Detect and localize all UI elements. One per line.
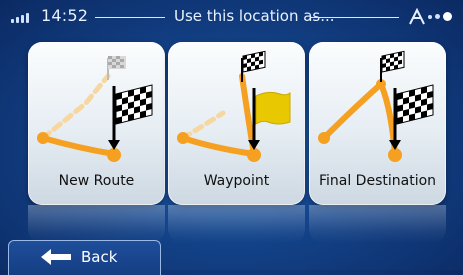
waypoint-icon (177, 50, 291, 162)
final-destination-icon (318, 50, 434, 162)
status-divider-right (311, 17, 399, 18)
final-destination-label: Final Destination (318, 173, 437, 189)
status-indicator-dots (428, 12, 452, 21)
signal-icon (11, 13, 29, 23)
new-route-icon (37, 56, 153, 162)
page-title: Use this location as... (174, 7, 335, 25)
gps-icon (409, 8, 425, 25)
new-route-button[interactable]: New Route (28, 42, 165, 205)
status-time: 14:52 (41, 6, 89, 25)
status-divider-left (95, 17, 165, 18)
card-reflection (28, 205, 165, 243)
card-reflection (168, 205, 305, 243)
status-bar: 14:52 Use this location as... (0, 0, 463, 34)
back-button-label: Back (81, 248, 118, 266)
new-route-label: New Route (58, 173, 135, 189)
card-reflection (309, 205, 446, 243)
waypoint-label: Waypoint (203, 173, 270, 189)
waypoint-button[interactable]: Waypoint (168, 42, 305, 205)
back-arrow-icon (41, 249, 71, 265)
final-destination-button[interactable]: Final Destination (309, 42, 446, 205)
